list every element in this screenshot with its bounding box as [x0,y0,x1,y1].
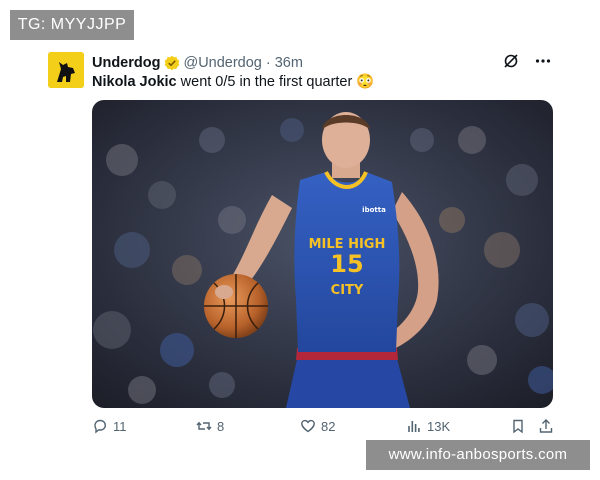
reply-icon [94,419,107,434]
grok-icon[interactable] [502,52,520,75]
reply-button[interactable]: 11 [92,418,127,434]
bookmark-icon [513,419,523,434]
reply-count: 11 [113,418,127,434]
handle[interactable]: @Underdog [183,55,261,71]
basketball-player-photo: MILE HIGH 15 CITY ibotta [92,100,553,408]
heart-icon [301,419,315,433]
views-chart-icon [408,421,420,432]
tweet-media-image[interactable]: MILE HIGH 15 CITY ibotta [92,100,553,408]
share-icon [539,419,553,433]
tweet-text: Nikola Jokic went 0/5 in the first quart… [92,73,492,93]
views-button[interactable]: 13K [406,418,450,434]
watermark-top: TG: MYYJJPP [10,10,134,40]
timestamp[interactable]: 36m [275,55,303,71]
avatar[interactable] [48,52,84,88]
tweet-card[interactable]: Underdog @Underdog · 36m Nikola Jokic we… [42,42,558,442]
share-button[interactable] [538,418,554,434]
retweet-count: 8 [217,418,225,434]
jersey-line2: CITY [331,283,364,298]
watermark-bottom: www.info-anbosports.com [366,440,590,470]
retweet-button[interactable]: 8 [196,418,224,434]
jersey-number: 15 [330,250,363,278]
display-name[interactable]: Underdog [92,55,160,71]
underdog-logo-icon [48,52,84,88]
jersey-sponsor: ibotta [362,206,386,214]
separator: · [265,55,271,71]
flushed-face-emoji: 😳 [356,74,375,90]
tweet-text-body: went 0/5 in the first quarter [176,74,353,90]
bookmark-button[interactable] [510,418,526,434]
tweet-top-icons [502,52,552,75]
tweet-actions: 11 8 82 13K [90,416,556,440]
like-button[interactable]: 82 [300,418,335,434]
tweet-text-player: Nikola Jokic [92,74,177,90]
like-count: 82 [321,418,336,434]
tweet-header: Underdog @Underdog · 36m [92,53,492,73]
more-options-icon[interactable] [534,52,552,75]
views-count: 13K [427,418,451,434]
retweet-icon [196,421,212,431]
verified-badge-icon [164,55,180,71]
